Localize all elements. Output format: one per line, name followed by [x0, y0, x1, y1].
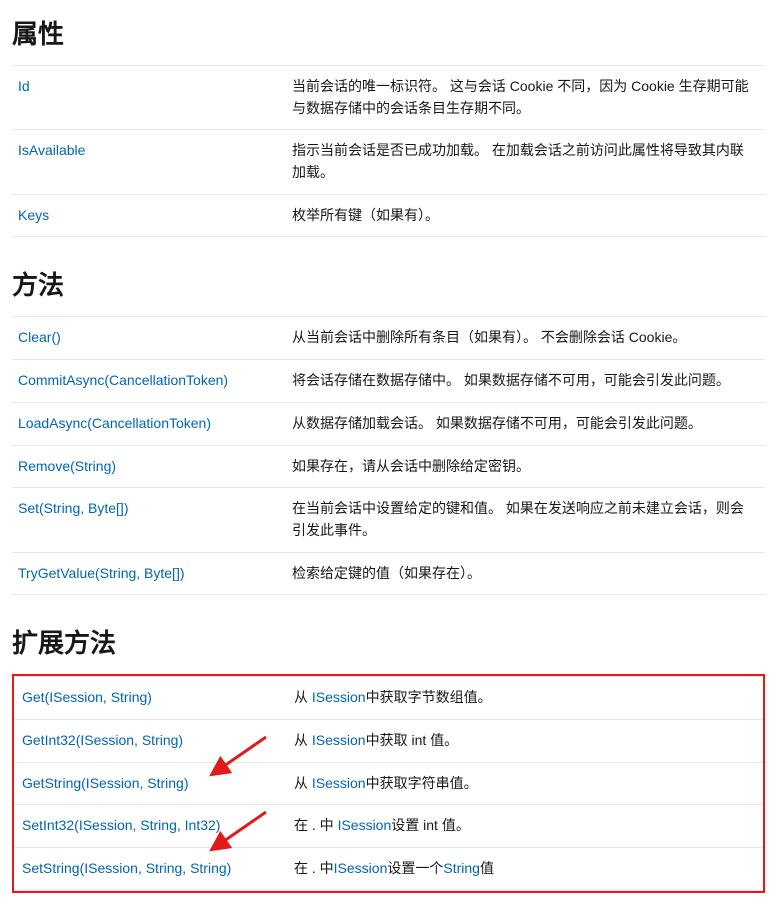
methods-table: Clear() 从当前会话中删除所有条目（如果有）。 不会删除会话 Cookie…	[12, 316, 765, 595]
section-heading-properties: 属性	[12, 8, 765, 51]
extension-link[interactable]: GetInt32(ISession, String)	[22, 732, 183, 748]
table-row: LoadAsync(CancellationToken) 从数据存储加载会话。 …	[12, 402, 765, 445]
method-desc: 将会话存储在数据存储中。 如果数据存储不可用，可能会引发此问题。	[292, 360, 765, 403]
desc-text: 从	[294, 732, 312, 748]
isession-link[interactable]: ISession	[312, 689, 366, 705]
section-heading-extensions: 扩展方法	[12, 595, 765, 660]
table-row: Id 当前会话的唯一标识符。 这与会话 Cookie 不同，因为 Cookie …	[12, 66, 765, 130]
method-link[interactable]: LoadAsync(CancellationToken)	[18, 415, 211, 431]
table-row: Set(String, Byte[]) 在当前会话中设置给定的键和值。 如果在发…	[12, 488, 765, 552]
method-desc: 如果存在，请从会话中删除给定密钥。	[292, 445, 765, 488]
section-heading-methods: 方法	[12, 237, 765, 302]
desc-text: 中获取 int 值。	[366, 732, 459, 748]
property-desc: 枚举所有键（如果有）。	[292, 194, 765, 237]
extension-desc: 从 ISession中获取字符串值。	[294, 762, 763, 805]
desc-text: 在 . 中	[294, 817, 338, 833]
isession-link[interactable]: ISession	[334, 860, 388, 876]
table-row: GetInt32(ISession, String) 从 ISession中获取…	[14, 719, 763, 762]
isession-link[interactable]: ISession	[312, 732, 366, 748]
method-desc: 在当前会话中设置给定的键和值。 如果在发送响应之前未建立会话，则会引发此事件。	[292, 488, 765, 552]
property-desc: 当前会话的唯一标识符。 这与会话 Cookie 不同，因为 Cookie 生存期…	[292, 66, 765, 130]
method-link[interactable]: Clear()	[18, 329, 61, 345]
table-row: IsAvailable 指示当前会话是否已成功加载。 在加载会话之前访问此属性将…	[12, 130, 765, 194]
extension-desc: 在 . 中ISession设置一个String值	[294, 848, 763, 891]
table-row: Clear() 从当前会话中删除所有条目（如果有）。 不会删除会话 Cookie…	[12, 317, 765, 360]
property-desc: 指示当前会话是否已成功加载。 在加载会话之前访问此属性将导致其内联加载。	[292, 130, 765, 194]
properties-table: Id 当前会话的唯一标识符。 这与会话 Cookie 不同，因为 Cookie …	[12, 65, 765, 237]
desc-text: 设置 int 值。	[391, 817, 470, 833]
table-row: CommitAsync(CancellationToken) 将会话存储在数据存…	[12, 360, 765, 403]
table-row: Keys 枚举所有键（如果有）。	[12, 194, 765, 237]
table-row: GetString(ISession, String) 从 ISession中获…	[14, 762, 763, 805]
isession-link[interactable]: ISession	[338, 817, 392, 833]
extension-link[interactable]: Get(ISession, String)	[22, 689, 152, 705]
table-row: Remove(String) 如果存在，请从会话中删除给定密钥。	[12, 445, 765, 488]
extension-link[interactable]: SetInt32(ISession, String, Int32)	[22, 817, 220, 833]
string-link[interactable]: String	[443, 860, 480, 876]
extension-desc: 从 ISession中获取字节数组值。	[294, 677, 763, 720]
table-row: SetInt32(ISession, String, Int32) 在 . 中 …	[14, 805, 763, 848]
desc-text: 中获取字节数组值。	[366, 689, 492, 705]
property-link[interactable]: IsAvailable	[18, 142, 85, 158]
method-desc: 检索给定键的值（如果存在）。	[292, 552, 765, 595]
method-link[interactable]: Remove(String)	[18, 458, 116, 474]
extensions-highlight-box: Get(ISession, String) 从 ISession中获取字节数组值…	[12, 674, 765, 892]
table-row: Get(ISession, String) 从 ISession中获取字节数组值…	[14, 677, 763, 720]
extensions-table: Get(ISession, String) 从 ISession中获取字节数组值…	[14, 676, 763, 890]
desc-text: 设置一个	[387, 860, 443, 876]
extension-desc: 从 ISession中获取 int 值。	[294, 719, 763, 762]
desc-text: 在 . 中	[294, 860, 334, 876]
method-link[interactable]: TryGetValue(String, Byte[])	[18, 565, 185, 581]
isession-link[interactable]: ISession	[312, 775, 366, 791]
desc-text: 从	[294, 689, 312, 705]
desc-text: 从	[294, 775, 312, 791]
table-row: TryGetValue(String, Byte[]) 检索给定键的值（如果存在…	[12, 552, 765, 595]
desc-text: 中获取字符串值。	[366, 775, 478, 791]
extension-link[interactable]: GetString(ISession, String)	[22, 775, 189, 791]
extension-link[interactable]: SetString(ISession, String, String)	[22, 860, 231, 876]
method-link[interactable]: CommitAsync(CancellationToken)	[18, 372, 228, 388]
method-desc: 从数据存储加载会话。 如果数据存储不可用，可能会引发此问题。	[292, 402, 765, 445]
method-link[interactable]: Set(String, Byte[])	[18, 500, 128, 516]
property-link[interactable]: Keys	[18, 207, 49, 223]
property-link[interactable]: Id	[18, 78, 30, 94]
desc-text: 值	[480, 860, 494, 876]
extension-desc: 在 . 中 ISession设置 int 值。	[294, 805, 763, 848]
table-row: SetString(ISession, String, String) 在 . …	[14, 848, 763, 891]
method-desc: 从当前会话中删除所有条目（如果有）。 不会删除会话 Cookie。	[292, 317, 765, 360]
